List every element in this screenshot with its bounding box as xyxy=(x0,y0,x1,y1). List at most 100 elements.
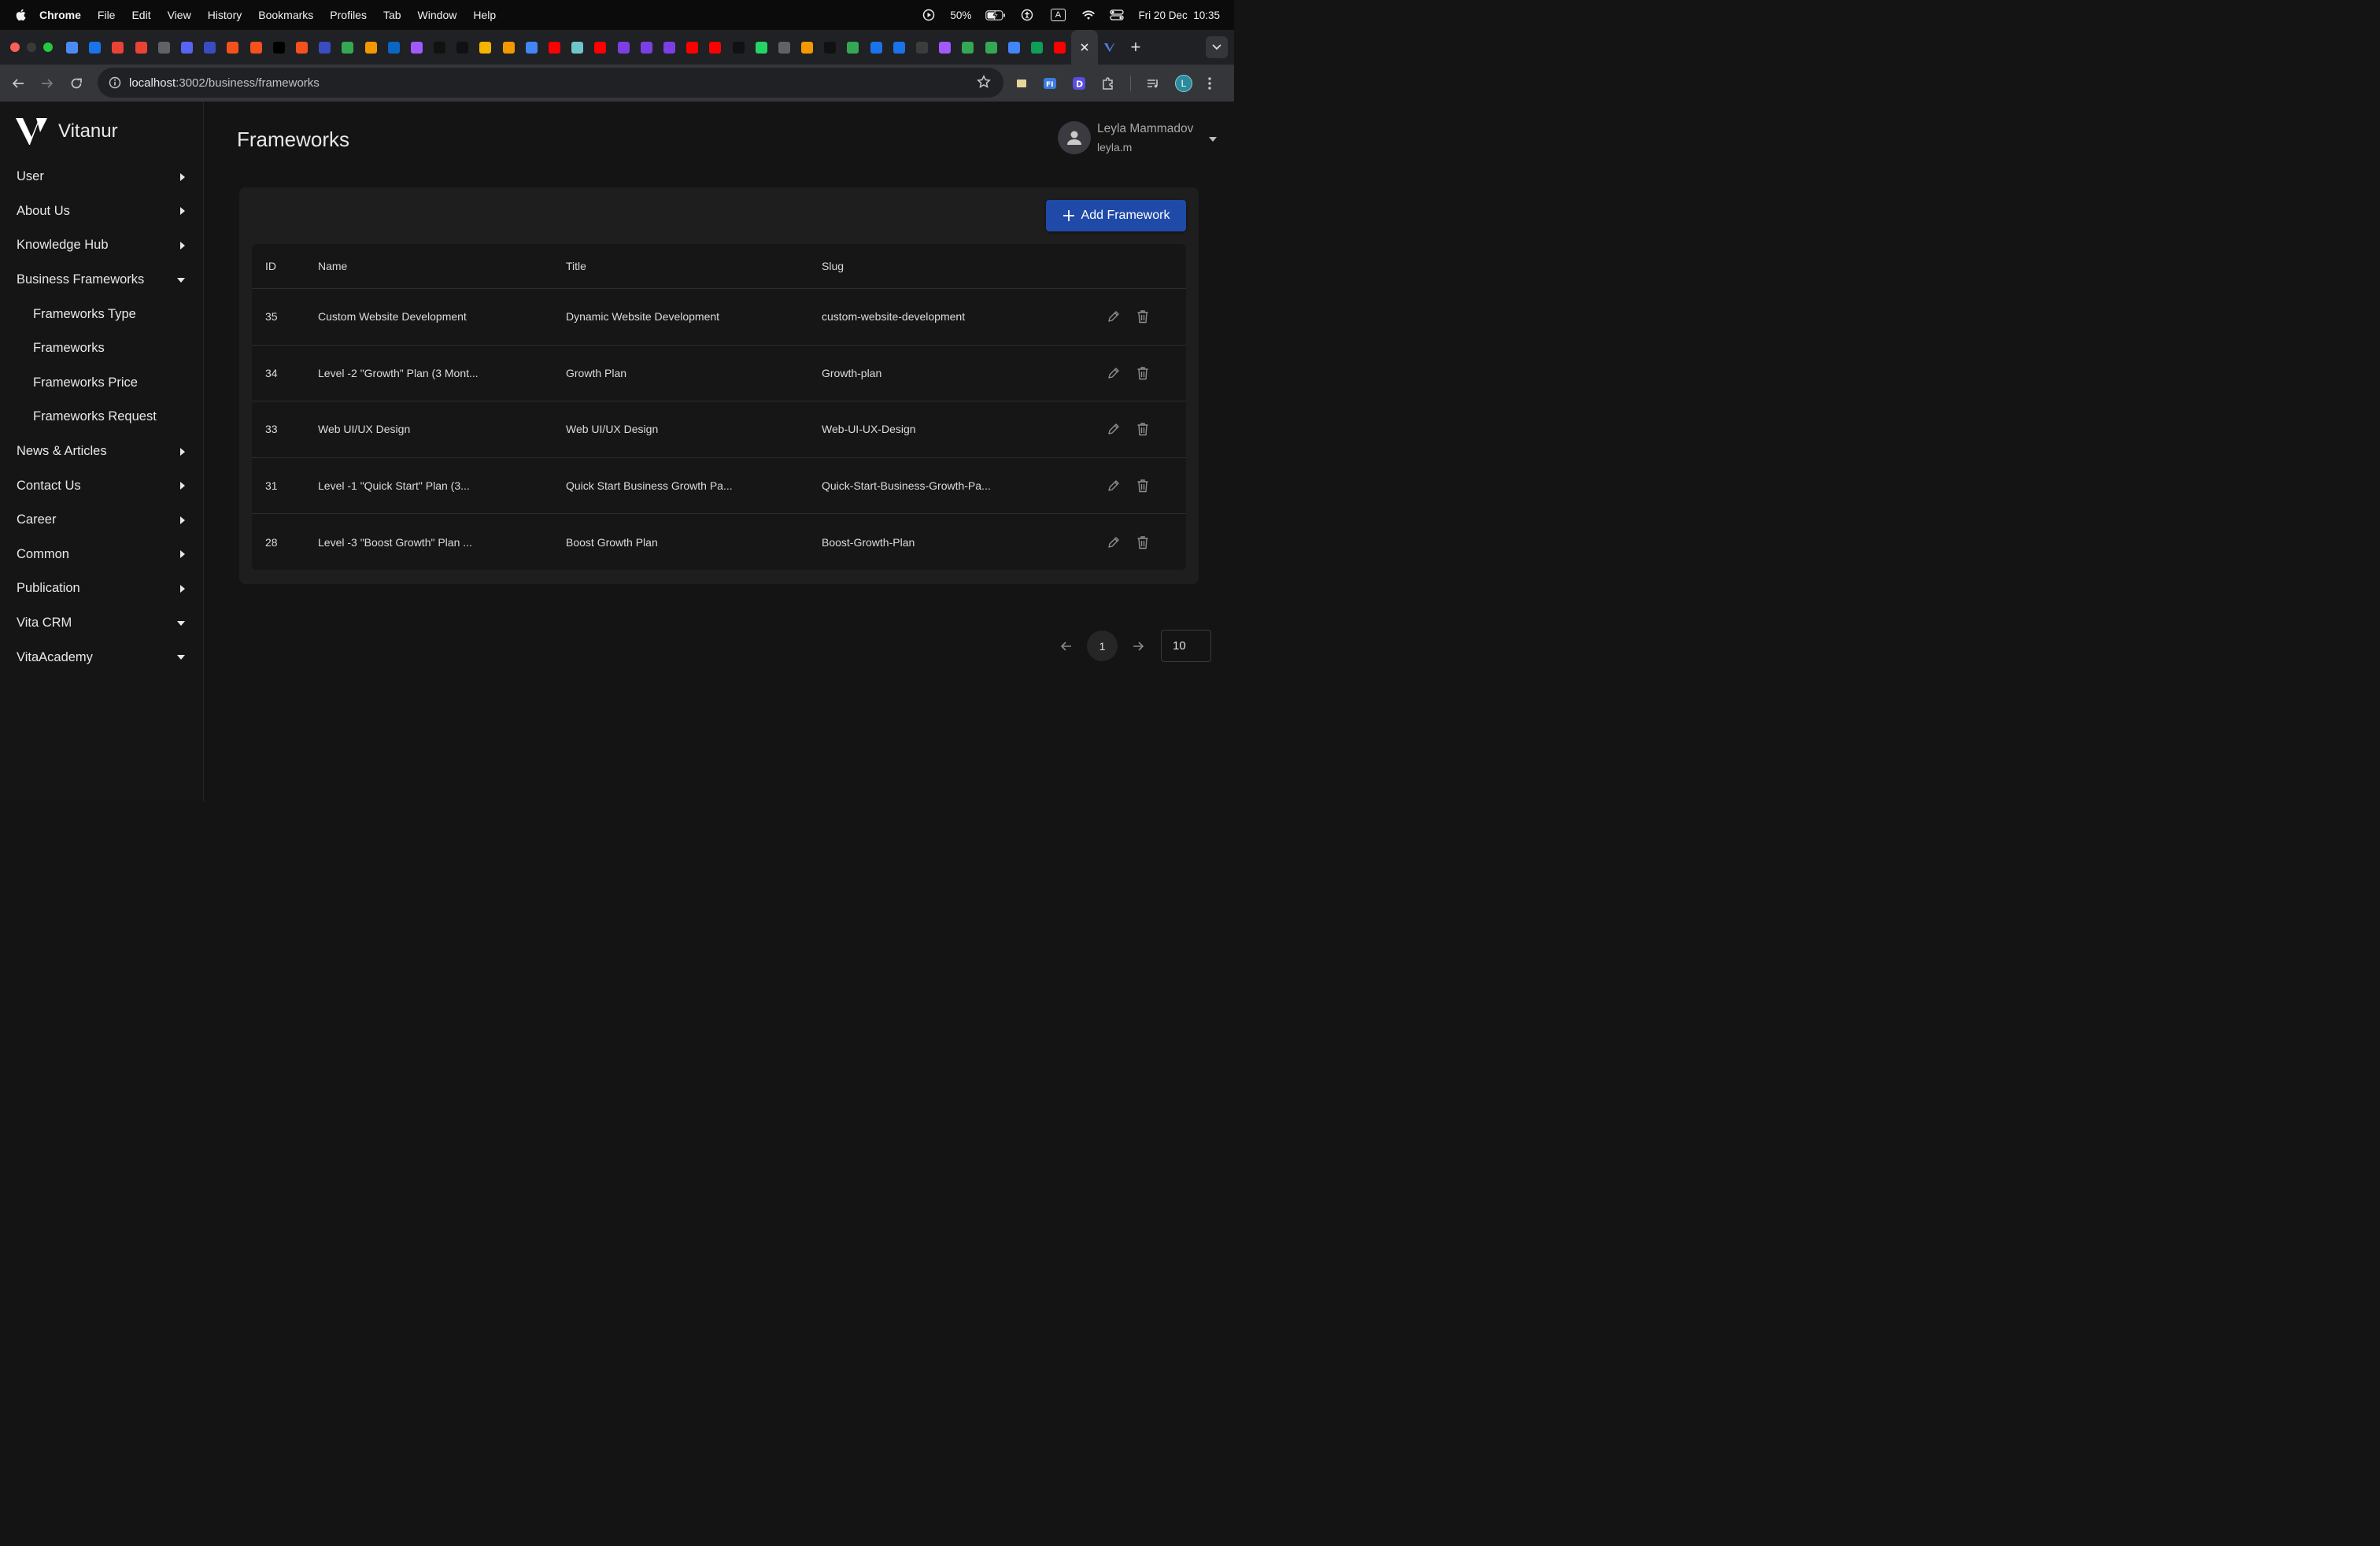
battery-icon[interactable] xyxy=(985,9,1006,21)
accessibility-icon[interactable] xyxy=(1020,9,1034,21)
column-header-title[interactable]: Title xyxy=(566,244,586,288)
notes-extension-icon[interactable] xyxy=(1015,77,1028,90)
sidebar-item-vitaacademy[interactable]: VitaAcademy xyxy=(0,640,204,675)
browser-tab[interactable] xyxy=(83,30,106,65)
sidebar-item-publication[interactable]: Publication xyxy=(0,571,204,606)
browser-tab[interactable] xyxy=(841,30,864,65)
browser-tab[interactable] xyxy=(61,30,83,65)
trash-icon[interactable] xyxy=(1136,289,1149,345)
browser-tab[interactable] xyxy=(726,30,749,65)
edit-icon[interactable] xyxy=(1107,401,1121,457)
menu-window[interactable]: Window xyxy=(418,9,457,21)
menu-app-chrome[interactable]: Chrome xyxy=(39,9,81,21)
menu-profiles[interactable]: Profiles xyxy=(330,9,367,21)
site-info-icon[interactable] xyxy=(109,76,121,89)
browser-tab[interactable] xyxy=(956,30,979,65)
browser-tab[interactable] xyxy=(520,30,543,65)
sidebar-item-business-frameworks[interactable]: Business Frameworks xyxy=(0,263,204,298)
sidebar-item-frameworks-type[interactable]: Frameworks Type xyxy=(0,297,204,331)
close-window-button[interactable] xyxy=(10,43,20,52)
browser-tab[interactable] xyxy=(635,30,658,65)
browser-tab[interactable] xyxy=(750,30,773,65)
browser-tab[interactable] xyxy=(589,30,612,65)
browser-tab[interactable] xyxy=(704,30,726,65)
browser-tab[interactable] xyxy=(865,30,888,65)
apple-icon[interactable] xyxy=(14,8,28,22)
menu-tab[interactable]: Tab xyxy=(383,9,401,21)
browser-tab[interactable] xyxy=(543,30,566,65)
trash-icon[interactable] xyxy=(1136,401,1149,457)
menu-edit[interactable]: Edit xyxy=(131,9,150,21)
browser-tab[interactable] xyxy=(428,30,451,65)
browser-tab[interactable] xyxy=(658,30,681,65)
browser-tab[interactable] xyxy=(130,30,153,65)
browser-tab[interactable] xyxy=(474,30,497,65)
browser-tab[interactable] xyxy=(933,30,956,65)
browser-tab[interactable] xyxy=(497,30,520,65)
sidebar-item-about-us[interactable]: About Us xyxy=(0,194,204,229)
tab-search-button[interactable] xyxy=(1206,36,1228,58)
fi-extension-icon[interactable]: FI xyxy=(1043,76,1057,91)
browser-tab[interactable] xyxy=(245,30,268,65)
more-vert-icon[interactable] xyxy=(1207,76,1212,91)
puzzle-icon[interactable] xyxy=(1101,76,1115,91)
browser-tab[interactable] xyxy=(1003,30,1026,65)
edit-icon[interactable] xyxy=(1107,458,1121,514)
browser-tab[interactable] xyxy=(612,30,635,65)
tab-vitanur[interactable] xyxy=(1098,30,1121,65)
sidebar-item-news-articles[interactable]: News & Articles xyxy=(0,435,204,469)
d-extension-icon[interactable]: D xyxy=(1072,76,1086,91)
browser-tab[interactable] xyxy=(566,30,589,65)
address-bar[interactable]: localhost:3002/business/frameworks xyxy=(98,68,1003,98)
sidebar-item-contact-us[interactable]: Contact Us xyxy=(0,468,204,503)
sidebar-item-frameworks-price[interactable]: Frameworks Price xyxy=(0,366,204,401)
browser-tab[interactable] xyxy=(773,30,796,65)
page-number-button[interactable]: 1 xyxy=(1087,631,1118,661)
control-center-icon[interactable] xyxy=(1110,9,1125,21)
input-source-icon[interactable]: A xyxy=(1048,9,1067,21)
user-menu-caret-icon[interactable] xyxy=(1209,137,1217,142)
browser-tab[interactable] xyxy=(106,30,129,65)
reload-button[interactable] xyxy=(61,77,91,90)
close-tab-icon[interactable] xyxy=(1080,43,1089,52)
sidebar-item-user[interactable]: User xyxy=(0,160,204,194)
browser-tab[interactable] xyxy=(176,30,198,65)
browser-tab[interactable] xyxy=(819,30,841,65)
browser-tab[interactable] xyxy=(1048,30,1071,65)
menu-history[interactable]: History xyxy=(208,9,242,21)
media-queue-icon[interactable] xyxy=(1146,76,1160,91)
menu-file[interactable]: File xyxy=(98,9,116,21)
bookmark-star-icon[interactable] xyxy=(977,75,991,89)
browser-tab[interactable] xyxy=(451,30,474,65)
menu-help[interactable]: Help xyxy=(473,9,496,21)
browser-tab[interactable] xyxy=(888,30,911,65)
sidebar-item-frameworks[interactable]: Frameworks xyxy=(0,331,204,366)
active-tab[interactable] xyxy=(1071,30,1099,65)
edit-icon[interactable] xyxy=(1107,346,1121,401)
sidebar-item-knowledge-hub[interactable]: Knowledge Hub xyxy=(0,228,204,263)
trash-icon[interactable] xyxy=(1136,514,1149,570)
now-playing-icon[interactable] xyxy=(922,9,936,21)
edit-icon[interactable] xyxy=(1107,289,1121,345)
browser-tab[interactable] xyxy=(681,30,704,65)
browser-tab[interactable] xyxy=(796,30,819,65)
add-framework-button[interactable]: Add Framework xyxy=(1046,200,1186,231)
browser-tab[interactable] xyxy=(1026,30,1048,65)
back-button[interactable] xyxy=(3,77,32,90)
menu-view[interactable]: View xyxy=(168,9,191,21)
browser-tab[interactable] xyxy=(153,30,176,65)
prev-page-button[interactable] xyxy=(1055,641,1077,652)
menu-bookmarks[interactable]: Bookmarks xyxy=(258,9,313,21)
page-size-select[interactable]: 10 xyxy=(1161,630,1211,662)
browser-tab[interactable] xyxy=(290,30,313,65)
sidebar-item-career[interactable]: Career xyxy=(0,503,204,538)
browser-tab[interactable] xyxy=(405,30,428,65)
trash-icon[interactable] xyxy=(1136,458,1149,514)
zoom-window-button[interactable] xyxy=(43,43,53,52)
column-header-name[interactable]: Name xyxy=(318,244,347,288)
column-header-id[interactable]: ID xyxy=(265,244,276,288)
sidebar-item-frameworks-request[interactable]: Frameworks Request xyxy=(0,400,204,435)
browser-tab[interactable] xyxy=(313,30,336,65)
user-menu[interactable]: Leyla Mammadov leyla.m xyxy=(1058,121,1217,154)
browser-tab[interactable] xyxy=(336,30,359,65)
